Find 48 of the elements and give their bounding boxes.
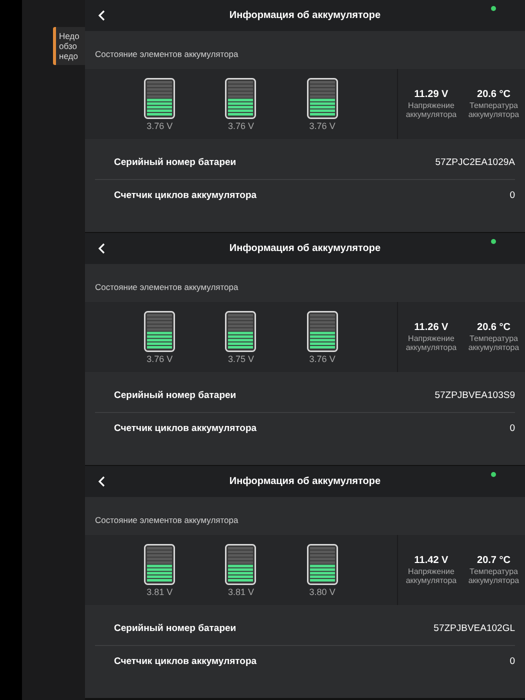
cell-voltage: 3.76 V [228, 122, 254, 130]
stat-value: 11.26 V [414, 322, 448, 334]
row-value: 57ZPJBVEA103S9 [434, 389, 515, 404]
header-title: Информация об аккумуляторе [229, 475, 381, 489]
row-label: Счетчик циклов аккумулятора [114, 654, 257, 669]
back-icon [98, 10, 104, 21]
stat-value: 20.6 °C [477, 88, 510, 102]
cell-voltage: 3.81 V [228, 588, 254, 596]
section-label: Состояние элементов аккумулятора [95, 515, 238, 525]
header-title: Информация об аккумуляторе [229, 9, 381, 23]
section-label: Состояние элементов аккумулятора [95, 282, 238, 292]
notification-text: Недо [59, 31, 80, 41]
back-icon [98, 476, 104, 487]
row-value: 0 [510, 654, 515, 669]
stat-value: 20.7 °C [477, 554, 510, 568]
section-label: Состояние элементов аккумулятора [95, 49, 238, 59]
row-label: Серийный номер батареи [114, 156, 236, 170]
header-title: Информация об аккумуляторе [229, 242, 381, 256]
row-label: Счетчик циклов аккумулятора [114, 422, 257, 436]
stat-value: 11.29 V [414, 88, 448, 102]
stat-label: Напряжение аккумулятора [404, 101, 458, 120]
status-dot-icon [491, 472, 496, 477]
stat-value: 11.42 V [414, 554, 448, 568]
row-value: 57ZPJC2EA1029A [435, 156, 515, 170]
stat-label: Температура аккумулятора [467, 334, 520, 352]
stat-label: Температура аккумулятора [467, 101, 520, 120]
row-value: 0 [510, 188, 515, 203]
cell-voltage: 3.76 V [146, 354, 173, 364]
row-label: Счетчик циклов аккумулятора [114, 188, 257, 203]
notification-text: недо [59, 51, 79, 61]
row-value: 0 [510, 422, 515, 436]
cell-voltage: 3.76 V [309, 354, 336, 364]
stat-label: Напряжение аккумулятора [404, 567, 458, 586]
row-value: 57ZPJBVEA102GL [434, 622, 515, 636]
cell-voltage: 3.75 V [228, 354, 254, 364]
cell-voltage: 3.76 V [146, 122, 173, 130]
status-dot-icon [491, 239, 496, 244]
stat-label: Напряжение аккумулятора [404, 334, 458, 352]
status-dot-icon [491, 6, 496, 11]
row-label: Серийный номер батареи [114, 389, 236, 404]
notification-text: обзо [59, 41, 78, 51]
back-icon [98, 243, 104, 254]
cell-voltage: 3.76 V [309, 122, 336, 130]
stat-label: Температура аккумулятора [467, 567, 520, 586]
row-label: Серийный номер батареи [114, 622, 236, 636]
cell-voltage: 3.80 V [309, 588, 336, 596]
cell-voltage: 3.81 V [146, 588, 173, 596]
stat-value: 20.6 °C [477, 322, 510, 334]
